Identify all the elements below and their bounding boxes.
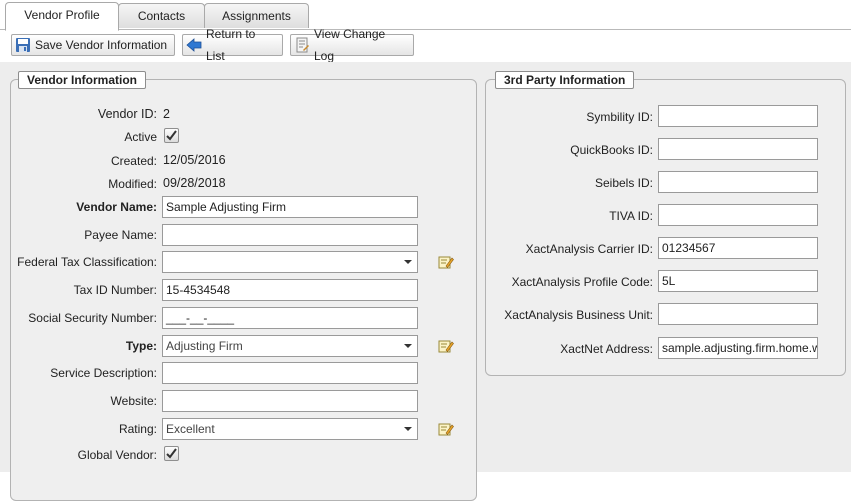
website-label: Website: <box>110 394 157 408</box>
vendor-id-value: 2 <box>163 107 170 121</box>
xactnet-address-input[interactable]: sample.adjusting.firm.home.w <box>658 337 818 359</box>
third-party-title: 3rd Party Information <box>495 71 635 89</box>
modified-value: 09/28/2018 <box>163 176 226 190</box>
xact-business-unit-label: XactAnalysis Business Unit: <box>504 308 653 322</box>
chevron-down-icon <box>404 344 412 348</box>
xact-carrier-id-input[interactable]: 01234567 <box>658 237 818 259</box>
symbility-id-label: Symbility ID: <box>586 110 653 124</box>
tax-classification-select[interactable] <box>162 251 418 273</box>
xact-profile-code-input[interactable]: 5L <box>658 270 818 292</box>
save-vendor-button[interactable]: Save Vendor Information <box>11 34 175 56</box>
symbility-id-input[interactable] <box>658 105 818 127</box>
xact-carrier-id-label: XactAnalysis Carrier ID: <box>525 242 653 256</box>
website-input[interactable] <box>162 390 418 412</box>
xact-business-unit-input[interactable] <box>658 303 818 325</box>
vendor-name-input[interactable]: Sample Adjusting Firm <box>162 196 418 218</box>
service-description-input[interactable] <box>162 362 418 384</box>
chevron-down-icon <box>404 260 412 264</box>
tax-id-input[interactable]: 15-4534548 <box>162 279 418 301</box>
return-to-list-label: Return to List <box>206 27 256 63</box>
service-description-label: Service Description: <box>50 366 157 380</box>
created-value: 12/05/2016 <box>163 153 226 167</box>
edit-list-icon[interactable] <box>438 254 454 270</box>
seibels-id-label: Seibels ID: <box>594 176 653 190</box>
tab-strip: Vendor Profile Contacts Assignments <box>0 0 851 31</box>
type-label: Type: <box>125 339 157 353</box>
edit-list-icon[interactable] <box>438 338 454 354</box>
save-vendor-label: Save Vendor Information <box>35 38 168 52</box>
return-to-list-button[interactable]: Return to List <box>182 27 283 63</box>
vendor-information-title: Vendor Information <box>18 71 147 89</box>
tab-vendor-profile[interactable]: Vendor Profile <box>5 2 119 31</box>
tax-classification-label: Federal Tax Classification: <box>17 255 157 269</box>
tab-contacts[interactable]: Contacts <box>118 3 205 28</box>
tiva-id-label: TIVA ID: <box>609 209 653 223</box>
active-label: Active <box>124 130 157 144</box>
global-vendor-label: Global Vendor: <box>77 448 157 462</box>
edit-list-icon[interactable] <box>438 421 454 437</box>
ssn-input[interactable]: ___-__-____ <box>162 307 418 329</box>
active-checkbox[interactable] <box>164 128 179 143</box>
tiva-id-input[interactable] <box>658 204 818 226</box>
rating-label: Rating: <box>118 422 157 436</box>
tax-id-label: Tax ID Number: <box>73 283 157 297</box>
ssn-label: Social Security Number: <box>28 311 157 325</box>
arrow-left-icon <box>186 37 202 53</box>
main-content: Vendor Information 3rd Party Information… <box>0 62 851 501</box>
change-log-icon <box>294 37 310 53</box>
rating-select[interactable]: Excellent <box>162 418 418 440</box>
type-value: Adjusting Firm <box>166 339 243 353</box>
payee-name-label: Payee Name: <box>84 228 157 242</box>
modified-label: Modified: <box>108 177 157 191</box>
quickbooks-id-label: QuickBooks ID: <box>570 143 653 157</box>
save-icon <box>15 37 31 53</box>
view-change-log-label: View Change Log <box>314 27 386 63</box>
type-select[interactable]: Adjusting Firm <box>162 335 418 357</box>
quickbooks-id-input[interactable] <box>658 138 818 160</box>
seibels-id-input[interactable] <box>658 171 818 193</box>
view-change-log-button[interactable]: View Change Log <box>290 27 414 63</box>
xact-profile-code-label: XactAnalysis Profile Code: <box>511 275 653 289</box>
vendor-name-label: Vendor Name: <box>76 200 157 214</box>
payee-name-input[interactable] <box>162 224 418 246</box>
xactnet-address-label: XactNet Address: <box>560 342 653 356</box>
checkmark-icon <box>166 130 177 141</box>
created-label: Created: <box>110 154 157 168</box>
chevron-down-icon <box>404 427 412 431</box>
rating-value: Excellent <box>166 422 215 436</box>
vendor-id-label: Vendor ID: <box>97 107 157 121</box>
global-vendor-checkbox[interactable] <box>164 446 179 461</box>
checkmark-icon <box>166 448 177 459</box>
